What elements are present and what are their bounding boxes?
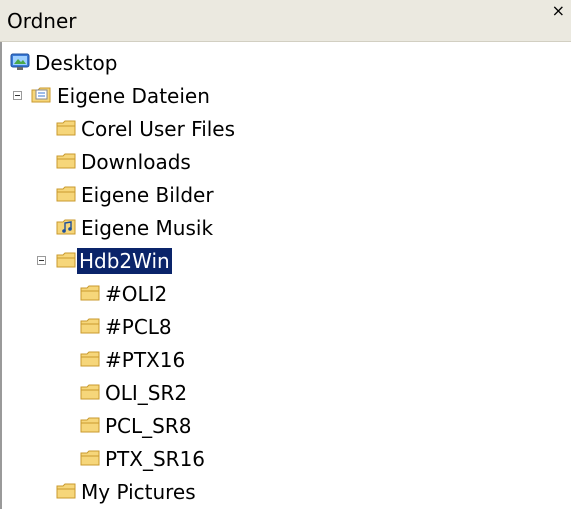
folders-pane: Ordner × Desktop Eigene Dateien Corel Us… [0,0,571,509]
tree-item-label: Corel User Files [81,117,236,141]
folder-icon [80,416,101,434]
tree-item-label: Desktop [35,51,118,75]
tree-item-label: PCL_SR8 [105,414,192,438]
tree-item-label: Eigene Dateien [57,84,210,108]
tree-item-label: Hdb2Win [77,248,172,274]
tree-item-label: Eigene Musik [81,216,214,240]
folder-icon [56,185,77,203]
tree-item-label: Downloads [81,150,191,174]
tree-item-label: PTX_SR16 [105,447,206,471]
folder-icon [56,482,77,500]
pane-header: Ordner × [0,0,571,42]
tree-item-label: OLI_SR2 [105,381,188,405]
music-folder-icon [56,218,77,236]
folder-icon [56,119,77,137]
desktop-icon [10,53,31,71]
tree-item-label: My Pictures [81,480,196,504]
tree-item-label: #OLI2 [105,282,168,306]
close-pane-button[interactable]: × [552,2,565,20]
tree-item-label: #PCL8 [105,315,172,339]
folder-icon [80,284,101,302]
collapse-toggle[interactable] [37,256,46,265]
folder-icon [56,251,77,269]
folder-icon [56,152,77,170]
collapse-toggle[interactable] [13,91,22,100]
folder-icon [80,317,101,335]
my-documents-icon [31,86,52,104]
pane-title: Ordner [7,9,77,33]
pane-left-border [0,42,2,509]
tree-item-label: Eigene Bilder [81,183,214,207]
folder-icon [80,449,101,467]
folder-icon [80,350,101,368]
folder-icon [80,383,101,401]
tree-item-label: #PTX16 [105,348,186,372]
